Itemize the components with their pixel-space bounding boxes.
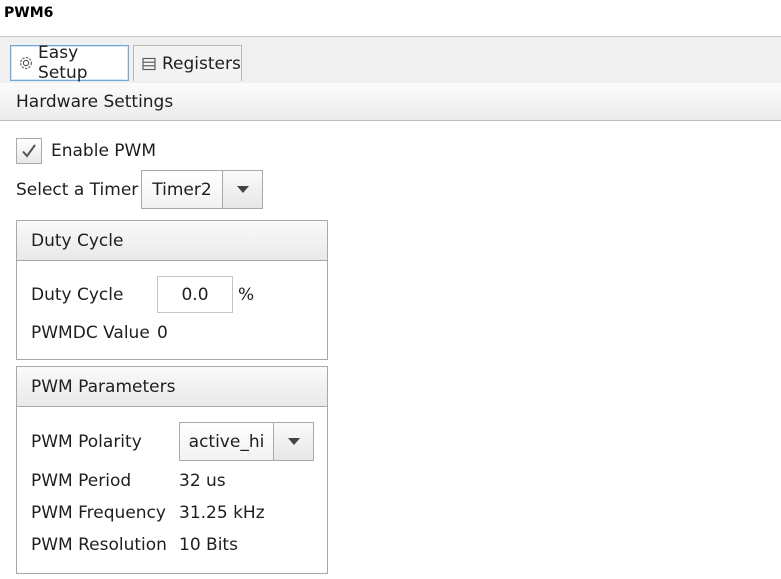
pwm-polarity-label: PWM Polarity xyxy=(31,432,142,452)
duty-cycle-label: Duty Cycle xyxy=(31,285,124,305)
pwm-resolution-label: PWM Resolution xyxy=(31,535,167,555)
tab-registers[interactable]: Registers xyxy=(133,45,242,81)
duty-cycle-unit: % xyxy=(238,285,255,305)
pwm-period-value: 32 us xyxy=(179,471,226,491)
chevron-down-icon[interactable] xyxy=(223,171,262,208)
timer-select-value: Timer2 xyxy=(142,171,223,208)
tab-easy-setup[interactable]: Easy Setup xyxy=(10,43,129,83)
gear-icon xyxy=(17,54,34,72)
chevron-down-icon[interactable] xyxy=(274,423,313,460)
enable-pwm-label: Enable PWM xyxy=(51,141,157,161)
main-frame: Easy Setup Registers Hardware Settings E… xyxy=(0,36,781,579)
duty-cycle-input[interactable]: 0.0 xyxy=(157,276,233,313)
pwmdc-value: 0 xyxy=(157,323,168,343)
pwm-period-label: PWM Period xyxy=(31,471,132,491)
select-timer-label: Select a Timer : xyxy=(16,180,150,200)
pwm-polarity-value: active_hi xyxy=(180,423,274,460)
tab-label: Easy Setup xyxy=(38,43,88,83)
tab-label: Registers xyxy=(162,53,241,74)
enable-pwm-checkbox[interactable] xyxy=(16,138,42,164)
tab-bar: Easy Setup Registers xyxy=(0,36,781,84)
pwm-frequency-value: 31.25 kHz xyxy=(179,503,265,523)
hardware-settings-header[interactable]: Hardware Settings xyxy=(0,83,781,121)
pwm-polarity-select[interactable]: active_hi xyxy=(179,422,314,461)
pwm-parameters-panel-header[interactable]: PWM Parameters xyxy=(17,367,327,407)
timer-select[interactable]: Timer2 xyxy=(141,170,263,209)
duty-cycle-panel: Duty Cycle Duty Cycle 0.0 % PWMDC Value … xyxy=(16,220,328,360)
pwm-parameters-panel: PWM Parameters PWM Polarity active_hi PW… xyxy=(16,366,328,574)
pwmdc-value-label: PWMDC Value xyxy=(31,323,150,343)
enable-pwm-row: Enable PWM xyxy=(16,138,156,164)
pwm-frequency-label: PWM Frequency xyxy=(31,503,166,523)
checkmark-icon xyxy=(22,144,36,158)
pwm-resolution-value: 10 Bits xyxy=(179,535,238,555)
window-title: PWM6 xyxy=(4,5,54,21)
duty-cycle-panel-header[interactable]: Duty Cycle xyxy=(17,221,327,261)
list-icon xyxy=(140,55,158,73)
